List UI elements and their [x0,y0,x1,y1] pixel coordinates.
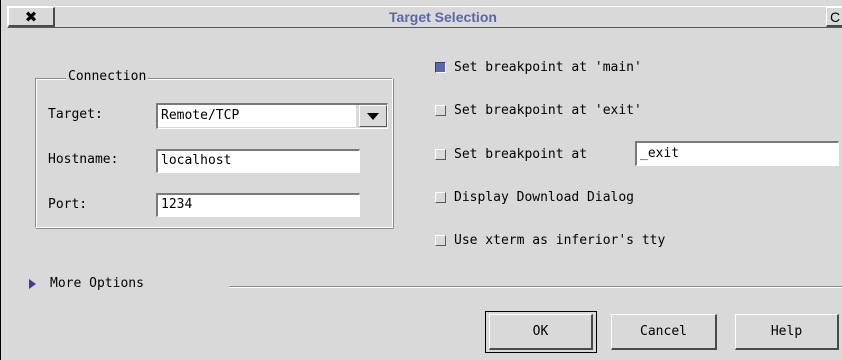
target-select[interactable]: Remote/TCP [156,103,388,129]
download-dialog-label: Display Download Dialog [454,189,635,205]
separator [229,286,842,288]
connection-group: Connection Target: Remote/TCP Hostname: … [35,69,393,228]
bp-at-checkbox[interactable] [435,148,446,160]
bp-exit-checkbox[interactable] [435,104,446,116]
target-label: Target: [48,107,103,122]
hostname-label: Hostname: [48,152,119,167]
hostname-field[interactable]: localhost [156,149,360,173]
bp-main-option[interactable]: Set breakpoint at 'main' [435,58,642,76]
more-options-label: More Options [50,276,144,291]
target-select-dropdown-button[interactable] [359,105,387,127]
download-dialog-option[interactable]: Display Download Dialog [435,188,634,206]
chevron-down-icon [367,112,379,120]
ok-button[interactable]: OK [489,314,593,350]
expand-triangle-icon [29,278,36,289]
bp-exit-option[interactable]: Set breakpoint at 'exit' [435,101,642,119]
xterm-option[interactable]: Use xterm as inferior's tty [435,231,665,249]
title-bar-right-button-label: C [830,9,841,25]
bp-at-label: Set breakpoint at [454,146,588,162]
bp-at-option[interactable]: Set breakpoint at [435,145,587,163]
xterm-label: Use xterm as inferior's tty [454,232,666,248]
title-bar[interactable]: ✖ Target Selection C [7,6,842,28]
bp-main-label: Set breakpoint at 'main' [454,59,642,75]
close-icon: ✖ [24,7,38,26]
bp-exit-label: Set breakpoint at 'exit' [454,102,642,118]
target-select-value: Remote/TCP [158,105,356,127]
help-button[interactable]: Help [735,314,839,350]
title-bar-right-button[interactable]: C [826,7,842,27]
port-label: Port: [48,197,88,212]
connection-group-title: Connection [66,69,149,84]
cancel-button[interactable]: Cancel [611,314,717,350]
download-dialog-checkbox[interactable] [435,191,446,203]
xterm-checkbox[interactable] [435,234,446,246]
close-button[interactable]: ✖ [8,7,55,27]
bp-main-checkbox[interactable] [435,61,446,73]
more-options-toggle[interactable]: More Options [29,276,144,291]
port-field[interactable]: 1234 [156,193,360,217]
bp-at-field[interactable]: _exit [635,141,839,166]
window-title: Target Selection [389,9,497,25]
target-selection-dialog: ✖ Target Selection C Connection Target: … [0,0,842,360]
